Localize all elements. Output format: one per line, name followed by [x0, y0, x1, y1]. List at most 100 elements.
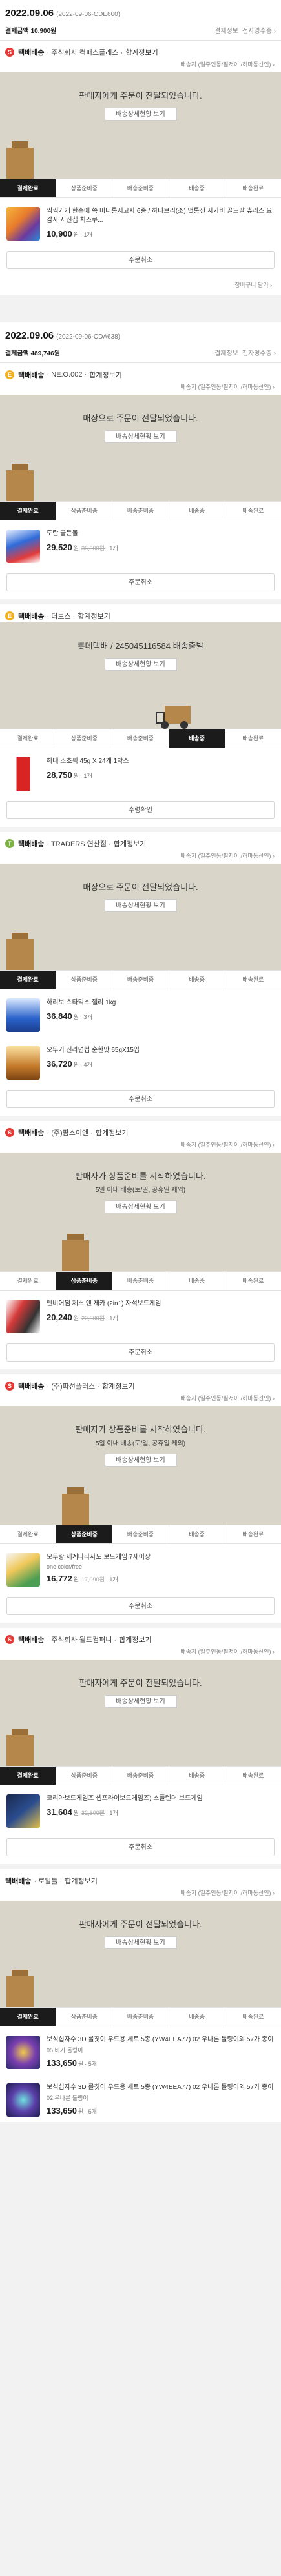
seller-detail-link[interactable]: 합계정보기: [65, 1876, 98, 1886]
seller-detail-link[interactable]: 합계정보기: [89, 370, 122, 380]
order-action-button[interactable]: 주문취소: [6, 1343, 275, 1362]
receipt-link[interactable]: 전자영수증 ›: [242, 28, 276, 35]
add-to-cart-link[interactable]: 장바구니 담기 ›: [0, 277, 281, 295]
product-row[interactable]: 코리아보드게임즈 셉프라이보드게임즈) 스플렌더 보드게임 31,604 원 32,6…: [0, 1785, 281, 1833]
product-thumbnail[interactable]: [6, 1300, 40, 1333]
quantity: · 1개: [105, 1576, 118, 1583]
shipment-header: E 택배배송 · 더보스 · 합계정보기: [0, 604, 281, 622]
product-price: 133,650 원 · 5개: [47, 2106, 275, 2115]
product-name[interactable]: 오뚜기 진라면컵 순한맛 65gX15입: [47, 1046, 275, 1055]
price-value: 28,750: [47, 770, 72, 780]
seller-name[interactable]: · 주식회사 컴퍼스플래스 ·: [47, 47, 123, 57]
seller-detail-link[interactable]: 합계정보기: [125, 47, 158, 57]
seller-name[interactable]: · NE.O.002 ·: [47, 371, 87, 379]
seller-detail-link[interactable]: 합계정보기: [96, 1127, 129, 1138]
seller-detail-link[interactable]: 합계정보기: [102, 1381, 135, 1391]
delivery-type: 택배배송: [18, 49, 45, 57]
tracking-detail-button[interactable]: 배송상세현황 보기: [104, 658, 177, 671]
status-banner: 판매자에게 주문이 전달되었습니다. 배송상세현황 보기: [0, 1660, 281, 1766]
order-action-button[interactable]: 수령확인: [6, 801, 275, 819]
product-thumbnail[interactable]: [6, 2036, 40, 2069]
product-price: 31,604 원 32,600원 · 1개: [47, 1807, 275, 1817]
product-row[interactable]: 도란 골든볼 29,520 원 36,000원 · 1개: [0, 520, 281, 568]
delivery-type: 택배배송: [5, 1878, 32, 1885]
delivery-address-link[interactable]: 배송지 (일주인동/필저이 /허마동선인) ›: [0, 1392, 281, 1406]
delivery-progress: 결제완료 상품준비중 배송준비중 배송중 배송완료: [0, 501, 281, 520]
product-name[interactable]: 하리보 스타믹스 젤리 1kg: [47, 998, 275, 1007]
product-row[interactable]: 씩씩가게 한손에 쏙 미니롱지고자 6종 / 하나브리(소) 멋통신 자가비 골…: [0, 198, 281, 246]
product-name[interactable]: 해태 조초픽 45g X 24개 1박스: [47, 757, 275, 766]
tracking-detail-button[interactable]: 배송상세현황 보기: [104, 899, 177, 912]
tracking-detail-button[interactable]: 배송상세현황 보기: [104, 108, 177, 121]
product-row[interactable]: 모두랑 세계나라사도 보드게임 7세이상 one color/free 16,772…: [0, 1544, 281, 1592]
seller-name[interactable]: · 주식회사 월드컴퍼니 ·: [47, 1634, 116, 1645]
product-row[interactable]: 오뚜기 진라면컵 순한맛 65gX15입 36,720 원 · 4개: [0, 1037, 281, 1085]
seller-name[interactable]: · 더보스 ·: [47, 611, 75, 621]
seller-detail-link[interactable]: 합계정보기: [119, 1634, 152, 1645]
delivery-address-link[interactable]: 배송지 (일주인동/필저이 /허마동선인) ›: [0, 381, 281, 395]
product-row[interactable]: 해태 조초픽 45g X 24개 1박스 28,750 원 · 1개: [0, 748, 281, 796]
status-illustration: [0, 1708, 281, 1766]
seller-name[interactable]: · 로알틀 ·: [34, 1876, 62, 1886]
tracking-detail-button[interactable]: 배송상세현황 보기: [104, 1200, 177, 1213]
status-sub-message: 5일 이내 배송(토/일, 공휴일 제외): [95, 1440, 186, 1447]
order-group: 2022.09.06 (2022-09-06-CDE600) 결제금액 10,900…: [0, 0, 281, 301]
product-name[interactable]: 맨비어쨈 제스 앤 제카 (2in1) 자석보드게임: [47, 1300, 275, 1309]
progress-step: 상품준비중: [56, 179, 113, 197]
delivery-address-link[interactable]: 배송지 (일주인동/필저이 /허마동선인) ›: [0, 1887, 281, 1901]
shipment-card: S 택배배송 · (주)팜스이엔 · 합계정보기 배송지 (일주인동/필저이 /허마동선…: [0, 1121, 281, 1374]
price-value: 29,520: [47, 542, 72, 552]
delivery-address-link[interactable]: 배송지 (일주인동/필저이 /허마동선인) ›: [0, 59, 281, 72]
order-action-button[interactable]: 주문취소: [6, 1838, 275, 1856]
product-row[interactable]: 하리보 스타믹스 젤리 1kg 36,840 원 · 3개: [0, 989, 281, 1037]
product-name[interactable]: 도란 골든볼: [47, 530, 275, 539]
seller-name[interactable]: · TRADERS 연산점 ·: [47, 838, 110, 849]
delivery-address-link[interactable]: 배송지 (일주인동/필저이 /허마동선인) ›: [0, 1646, 281, 1660]
delivery-address-link[interactable]: 배송지 (일주인동/필저이 /허마동선인) ›: [0, 1139, 281, 1153]
product-thumbnail[interactable]: [6, 1553, 40, 1587]
product-thumbnail[interactable]: [6, 2083, 40, 2117]
product-name[interactable]: 코리아보드게임즈 셉프라이보드게임즈) 스플렌더 보드게임: [47, 1794, 275, 1803]
product-row[interactable]: 보석십자수 3D 롤칫이 우드용 세트 5종 (YW4EEA77) 02 우나론…: [0, 2074, 281, 2122]
product-name[interactable]: 보석십자수 3D 롤칫이 우드용 세트 5종 (YW4EEA77) 02 우나론…: [47, 2083, 275, 2092]
seller-detail-link[interactable]: 합계정보기: [114, 838, 147, 849]
order-list-page: 2022.09.06 (2022-09-06-CDE600) 결제금액 10,900…: [0, 0, 281, 2576]
product-row[interactable]: 보석십자수 3D 롤칫이 우드용 세트 5종 (YW4EEA77) 02 우나론…: [0, 2026, 281, 2074]
payment-info-link[interactable]: 결제정보: [214, 350, 238, 357]
order-action-button[interactable]: 주문취소: [6, 573, 275, 591]
product-name[interactable]: 씩씩가게 한손에 쏙 미니롱지고자 6종 / 하나브리(소) 멋통신 자가비 골…: [47, 207, 275, 225]
payment-info-link[interactable]: 결제정보: [214, 28, 238, 35]
price-value: 36,840: [47, 1011, 72, 1021]
order-action-button[interactable]: 주문취소: [6, 1597, 275, 1615]
product-row[interactable]: 맨비어쨈 제스 앤 제카 (2in1) 자석보드게임 20,240 원 22,000원…: [0, 1291, 281, 1338]
price-value: 36,720: [47, 1059, 72, 1069]
seller-name[interactable]: · (주)파선플러스 ·: [47, 1381, 99, 1391]
product-thumbnail[interactable]: [6, 207, 40, 241]
product-thumbnail[interactable]: [6, 530, 40, 563]
price-unit: 원: [73, 1062, 79, 1068]
product-name[interactable]: 모두랑 세계나라사도 보드게임 7세이상: [47, 1553, 275, 1562]
tracking-detail-button[interactable]: 배송상세현황 보기: [104, 1936, 177, 1949]
seller-name[interactable]: · (주)팜스이엔 ·: [47, 1127, 92, 1138]
product-name[interactable]: 보석십자수 3D 롤칫이 우드용 세트 5종 (YW4EEA77) 02 우나론…: [47, 2036, 275, 2045]
order-action-button[interactable]: 주문취소: [6, 251, 275, 269]
order-links: 결제정보 전자영수증 ›: [211, 25, 276, 35]
tracking-detail-button[interactable]: 배송상세현황 보기: [104, 1454, 177, 1467]
seller-detail-link[interactable]: 합계정보기: [78, 611, 110, 621]
tracking-detail-button[interactable]: 배송상세현황 보기: [104, 430, 177, 443]
product-thumbnail[interactable]: [6, 1046, 40, 1080]
delivery-address-link[interactable]: 배송지 (일주인동/필저이 /허마동선인) ›: [0, 850, 281, 864]
status-banner: 판매자가 상품준비를 시작하였습니다. 5일 이내 배송(토/일, 공휴일 제외)…: [0, 1406, 281, 1525]
product-thumbnail[interactable]: [6, 1794, 40, 1828]
tracking-detail-button[interactable]: 배송상세현황 보기: [104, 1695, 177, 1708]
product-thumbnail[interactable]: [6, 757, 40, 791]
shipment-card: E 택배배송 · 더보스 · 합계정보기 롯데택배 / 245045116584 배송출…: [0, 604, 281, 832]
progress-step: 배송준비중: [112, 1525, 169, 1543]
progress-step: 배송중: [169, 179, 225, 197]
order-action-button[interactable]: 주문취소: [6, 1090, 275, 1108]
product-thumbnail[interactable]: [6, 998, 40, 1032]
status-illustration: [0, 443, 281, 501]
receipt-link[interactable]: 전자영수증 ›: [242, 350, 276, 357]
status-illustration: [0, 1467, 281, 1525]
price-value: 31,604: [47, 1807, 72, 1817]
